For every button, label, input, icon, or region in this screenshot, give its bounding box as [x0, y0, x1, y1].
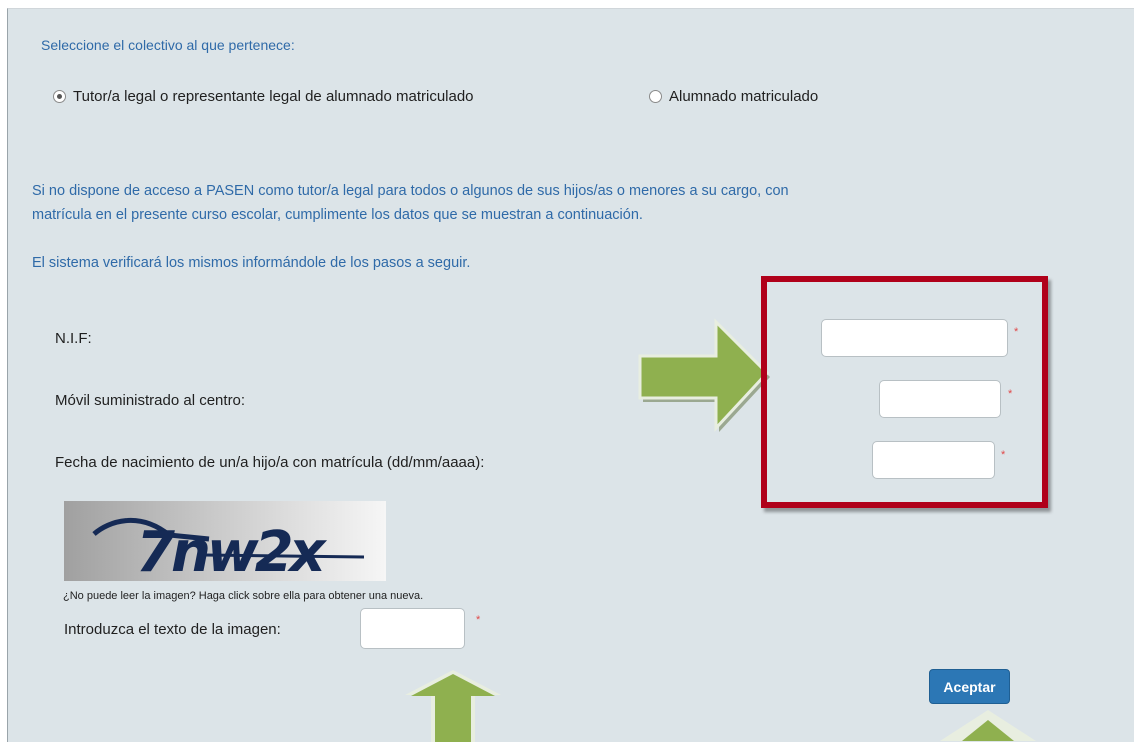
movil-required-mark: *	[1008, 388, 1013, 400]
accept-button[interactable]: Aceptar	[929, 669, 1010, 704]
nif-required-mark: *	[1014, 326, 1019, 338]
radio-alumnado[interactable]	[649, 90, 662, 103]
info-line-2: matrícula en el presente curso escolar, …	[32, 207, 643, 223]
captcha-text: 7nw2x	[136, 520, 328, 581]
captcha-input-label: Introduzca el texto de la imagen:	[64, 621, 281, 638]
captcha-input[interactable]	[360, 608, 465, 649]
movil-label: Móvil suministrado al centro:	[55, 392, 246, 409]
nif-input[interactable]	[821, 319, 1008, 357]
radio-tutor[interactable]	[53, 90, 66, 103]
fecha-input[interactable]	[872, 441, 995, 479]
nif-label: N.I.F:	[55, 330, 92, 347]
captcha-required-mark: *	[476, 614, 481, 626]
fecha-label: Fecha de nacimiento de un/a hijo/a con m…	[55, 454, 485, 471]
info-line-3: El sistema verificará los mismos informá…	[32, 255, 471, 271]
captcha-image[interactable]: 7nw2x	[64, 501, 386, 581]
arrow-up-icon	[405, 670, 501, 742]
info-line-1: Si no dispone de acceso a PASEN como tut…	[32, 183, 789, 199]
fecha-required-mark: *	[1001, 449, 1006, 461]
captcha-hint: ¿No puede leer la imagen? Haga click sob…	[63, 590, 424, 602]
group-label: Seleccione el colectivo al que pertenece…	[41, 37, 295, 53]
arrow-up-icon	[940, 710, 1036, 741]
radio-alumnado-label[interactable]: Alumnado matriculado	[669, 88, 818, 105]
radio-tutor-label[interactable]: Tutor/a legal o representante legal de a…	[73, 88, 474, 105]
movil-input[interactable]	[879, 380, 1001, 418]
arrow-right-icon	[638, 318, 770, 432]
